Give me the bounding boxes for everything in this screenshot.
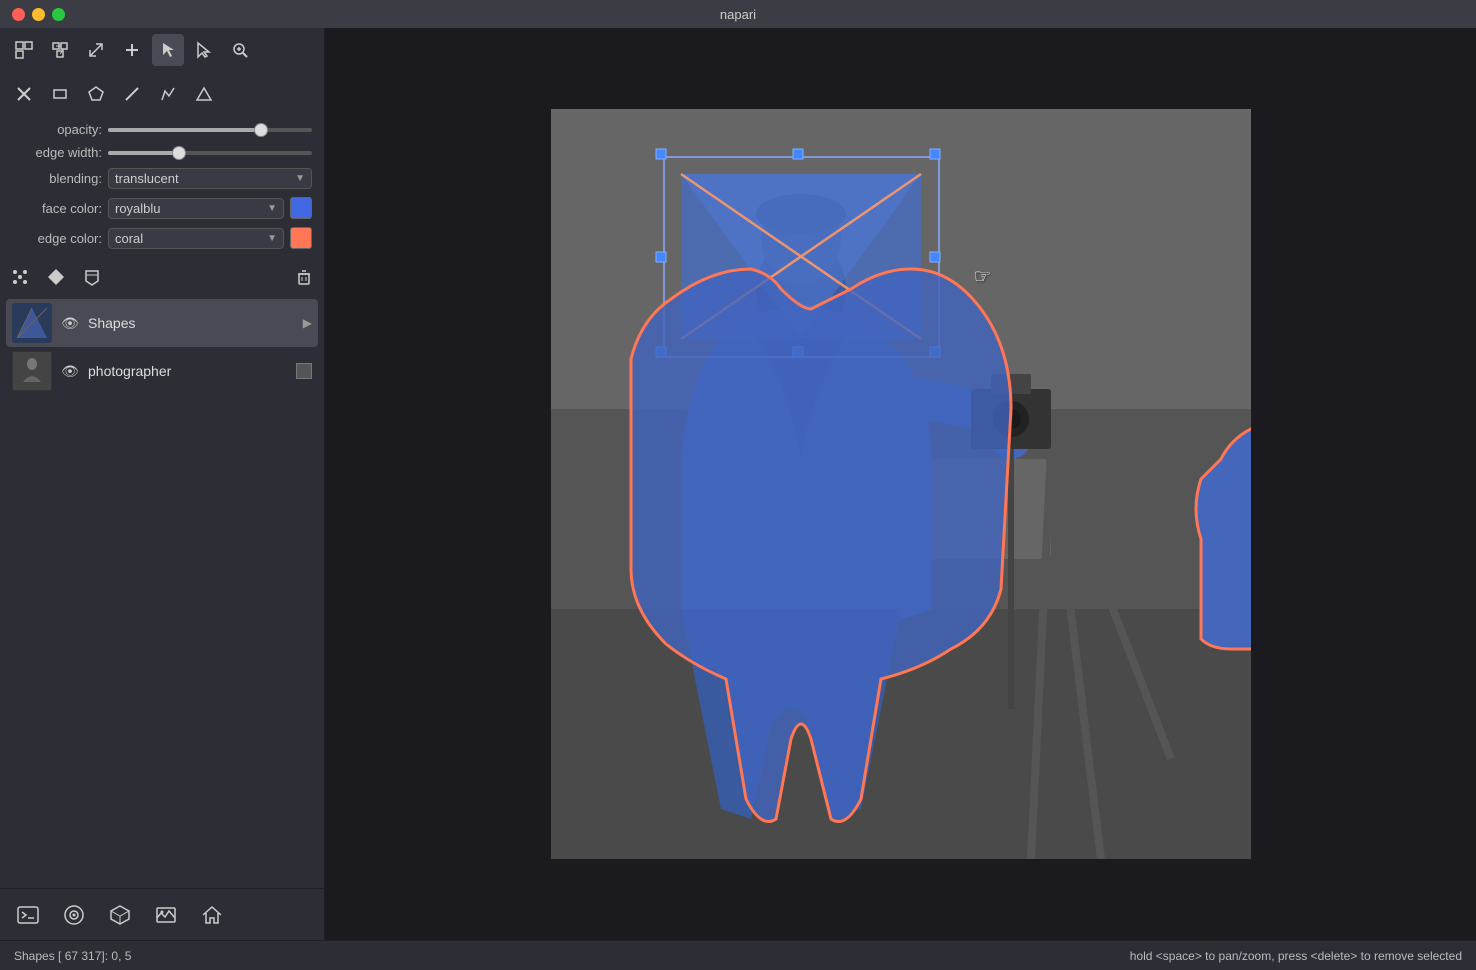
image-container: ☞ <box>551 109 1251 859</box>
layer-item-photographer[interactable]: 👁 photographer <box>6 347 318 395</box>
edge-color-label: edge color: <box>12 231 102 246</box>
clear-button[interactable] <box>8 78 40 110</box>
add-shapes-layer-button[interactable] <box>42 263 70 291</box>
add-points-layer-button[interactable] <box>6 263 34 291</box>
ndim-roll-button[interactable] <box>44 34 76 66</box>
status-left: Shapes [ 67 317]: 0, 5 <box>14 949 131 963</box>
bottom-toolbar <box>0 888 324 940</box>
face-color-dropdown[interactable]: royalblu ▼ <box>108 198 284 219</box>
edge-color-swatch[interactable] <box>290 227 312 249</box>
add-labels-layer-button[interactable] <box>78 263 106 291</box>
transpose-button[interactable] <box>80 34 112 66</box>
face-color-value: royalblu <box>115 201 161 216</box>
blending-value: translucent <box>115 171 179 186</box>
photographer-layer-name: photographer <box>88 363 288 379</box>
opacity-slider[interactable] <box>108 128 312 132</box>
properties-panel: opacity: edge width: blending: transluce… <box>0 116 324 259</box>
blending-dropdown[interactable]: translucent ▼ <box>108 168 312 189</box>
blending-row: blending: translucent ▼ <box>12 168 312 189</box>
opacity-label: opacity: <box>12 122 102 137</box>
status-bar: Shapes [ 67 317]: 0, 5 hold <space> to p… <box>0 940 1476 970</box>
rect-button[interactable] <box>44 78 76 110</box>
maximize-button[interactable] <box>52 8 65 21</box>
line-button[interactable] <box>116 78 148 110</box>
shapes-thumbnail <box>12 303 52 343</box>
close-button[interactable] <box>12 8 25 21</box>
edge-width-label: edge width: <box>12 145 102 160</box>
edge-width-slider[interactable] <box>108 151 312 155</box>
polyline-button[interactable] <box>152 78 184 110</box>
face-color-label: face color: <box>12 201 102 216</box>
terminal-button[interactable] <box>10 897 46 933</box>
cube-button[interactable] <box>102 897 138 933</box>
shapes-layer-name: Shapes <box>88 315 295 331</box>
shapes-visibility-toggle[interactable]: 👁 <box>60 313 80 333</box>
shapes-expand-arrow[interactable]: ▶ <box>303 316 312 330</box>
edge-color-arrow-icon: ▼ <box>267 233 277 244</box>
edge-color-value: coral <box>115 231 143 246</box>
toolbar-row-1 <box>0 28 324 72</box>
cursor-button[interactable] <box>188 34 220 66</box>
opacity-row: opacity: <box>12 122 312 137</box>
photographer-visibility-toggle[interactable]: 👁 <box>60 361 80 381</box>
select-button[interactable] <box>152 34 184 66</box>
layer-item-shapes[interactable]: 👁 Shapes ▶ <box>6 299 318 347</box>
window-title: napari <box>720 7 756 22</box>
canvas-image <box>551 109 1251 859</box>
canvas-area[interactable]: ☞ <box>325 28 1476 940</box>
photo-thumbnail <box>12 351 52 391</box>
toolbar-row-2 <box>0 72 324 116</box>
layers-panel: 👁 Shapes ▶ 👁 photographer <box>0 295 324 888</box>
window-controls <box>12 8 65 21</box>
add-button[interactable] <box>116 34 148 66</box>
zoom-button[interactable] <box>224 34 256 66</box>
edge-color-row: edge color: coral ▼ <box>12 227 312 249</box>
triangle-button[interactable] <box>188 78 220 110</box>
jupyter-button[interactable] <box>56 897 92 933</box>
face-color-row: face color: royalblu ▼ <box>12 197 312 219</box>
face-color-swatch[interactable] <box>290 197 312 219</box>
blending-arrow-icon: ▼ <box>295 173 305 184</box>
minimize-button[interactable] <box>32 8 45 21</box>
layer-toolbar <box>0 259 324 295</box>
sidebar: opacity: edge width: blending: transluce… <box>0 28 325 940</box>
edge-width-row: edge width: <box>12 145 312 160</box>
title-bar: napari <box>0 0 1476 28</box>
blending-label: blending: <box>12 171 102 186</box>
delete-layer-button[interactable] <box>290 263 318 291</box>
home-button[interactable] <box>194 897 230 933</box>
photographer-color-indicator <box>296 363 312 379</box>
move-dims-button[interactable] <box>8 34 40 66</box>
polygon-button[interactable] <box>80 78 112 110</box>
main-layout: opacity: edge width: blending: transluce… <box>0 28 1476 940</box>
status-right: hold <space> to pan/zoom, press <delete>… <box>1130 949 1462 963</box>
face-color-arrow-icon: ▼ <box>267 203 277 214</box>
edge-color-dropdown[interactable]: coral ▼ <box>108 228 284 249</box>
screenshot-button[interactable] <box>148 897 184 933</box>
